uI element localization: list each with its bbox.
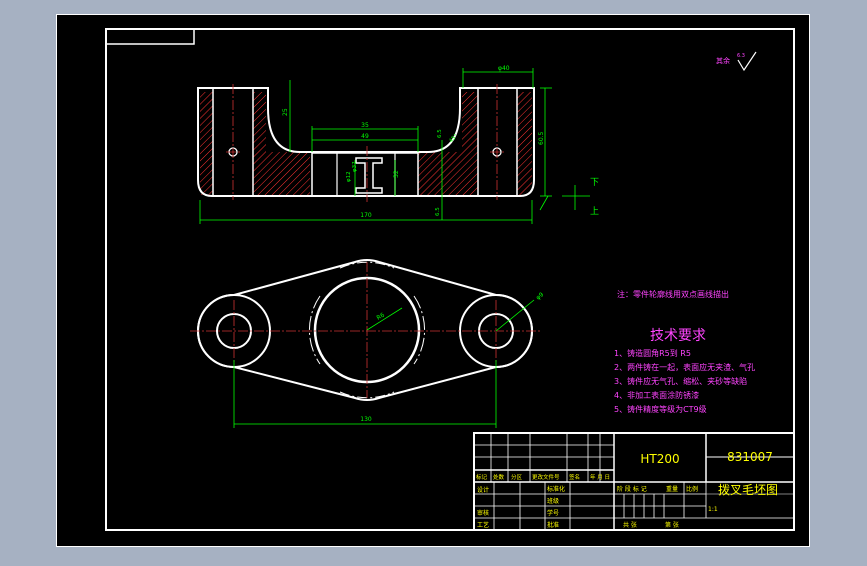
title-block-label: 设计 [477, 486, 489, 494]
tech-req-item: 1、铸造圆角R5到 R5 [614, 348, 691, 358]
title-block-label: 签名 [569, 473, 580, 481]
dim-center-height: 32 [393, 170, 400, 178]
title-block-label: 工艺 [477, 521, 489, 529]
tech-req-item: 3、铸件应无气孔、缩松、夹砂等缺陷 [614, 376, 747, 386]
title-block-label: 分区 [511, 473, 523, 481]
roughness-label: 其余 [716, 56, 730, 65]
tech-req-item: 5、铸件精度等级为CT9级 [614, 404, 707, 414]
title-block-label: 阶 段 标 记 [617, 485, 647, 493]
dim-total-height: 60.5 [538, 131, 545, 145]
label-down: 下 [590, 178, 599, 188]
title-block-label: 重量 [666, 485, 678, 493]
cad-drawing: φ40 25 35 49 60.5 φ12 φ37 32 6.5 6.5 170… [56, 14, 810, 547]
title-block-label: 更改文件号 [532, 473, 560, 481]
title-block-label: 共 张 [623, 521, 637, 529]
dim-bottom-gap-right: 6.5 [437, 129, 443, 138]
title-block-label: 学号 [547, 509, 559, 517]
material: HT200 [640, 452, 679, 466]
roughness-value: 6.3 [737, 53, 745, 59]
title-block-label: 标记 [476, 473, 488, 481]
title-block-label: 第 张 [665, 521, 679, 529]
dim-49: 49 [361, 133, 369, 140]
title-block-label: 班级 [547, 497, 559, 505]
dim-overall-width: 170 [360, 212, 372, 219]
title-block-label: 年 月 日 [590, 473, 610, 481]
scale: 1:1 [708, 506, 718, 513]
dim-left-step: 25 [282, 108, 289, 116]
tech-req-item: 4、非加工表面涂防锈漆 [614, 390, 699, 400]
drawing-number: 831007 [727, 450, 773, 464]
tech-req-title: 技术要求 [650, 328, 706, 344]
title-block-label: 审核 [477, 509, 489, 517]
title-block-label: 标准化 [547, 485, 565, 493]
title-block-label: 批准 [547, 521, 559, 529]
drawing-area [56, 14, 810, 547]
label-up: 上 [590, 206, 599, 217]
part-name: 拨叉毛坯图 [718, 483, 778, 497]
dim-35: 35 [361, 122, 369, 129]
cad-viewport: φ40 25 35 49 60.5 φ12 φ37 32 6.5 6.5 170… [0, 0, 867, 562]
title-block-label: 比例 [686, 485, 698, 493]
title-block-label: 处数 [493, 473, 505, 481]
dim-bore-big: φ37 [352, 161, 358, 172]
tech-req-item: 2、两件铸在一起，表面应无夹渣、气孔 [614, 362, 755, 372]
outline-note: 注：零件轮廓线用双点画线描出 [617, 289, 729, 299]
dim-bottom-gap-left: 6.5 [435, 207, 441, 216]
dim-top-width: φ40 [498, 65, 510, 72]
dim-length: 130 [360, 416, 372, 423]
